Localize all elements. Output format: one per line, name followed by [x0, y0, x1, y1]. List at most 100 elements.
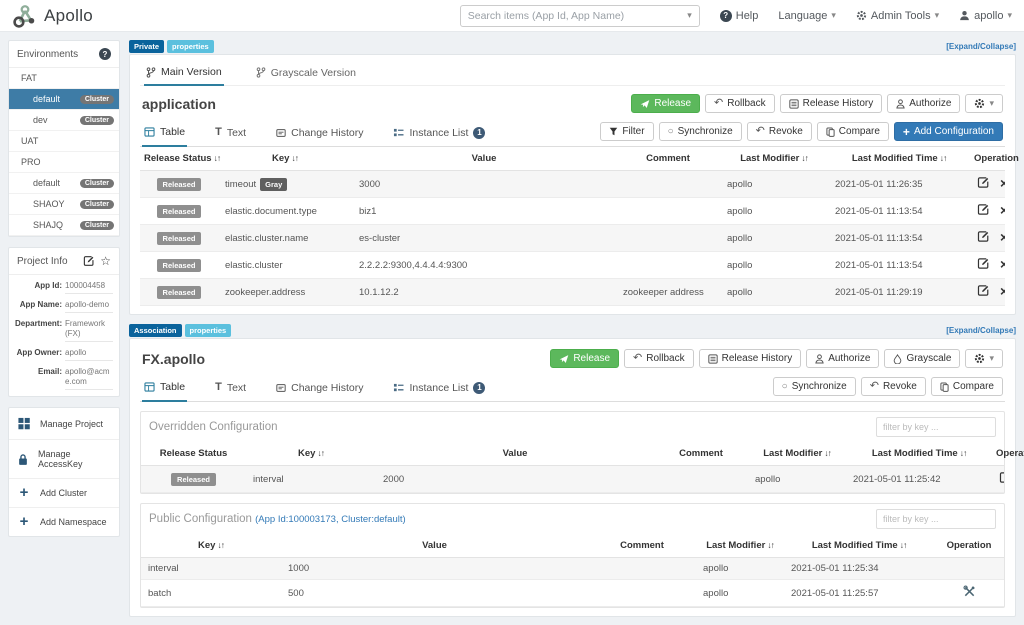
- sidebar-env-item[interactable]: FAT: [9, 68, 119, 89]
- rollback-button[interactable]: ↶ Rollback: [624, 349, 694, 368]
- column-header[interactable]: Last Modifier ↓↑: [748, 442, 846, 466]
- revoke-label: Revoke: [882, 381, 917, 392]
- authorize-button[interactable]: Authorize: [806, 349, 880, 368]
- authorize-button[interactable]: Authorize: [887, 94, 961, 113]
- sidebar-cluster-item[interactable]: dev Cluster: [9, 110, 119, 131]
- column-header[interactable]: Release Status ↓↑: [140, 147, 221, 171]
- last-modifier-cell: apollo: [748, 465, 846, 493]
- compare-button[interactable]: Compare: [930, 377, 1003, 396]
- tab-instance-list[interactable]: Instance List 1: [391, 120, 487, 146]
- comment-cell: [588, 557, 696, 580]
- public-configuration-link[interactable]: (App Id:100003173, Cluster:default): [255, 514, 406, 525]
- tab-change-history[interactable]: Change History: [274, 120, 365, 146]
- delete-item-icon[interactable]: ×: [1000, 284, 1005, 298]
- value-cell: 3000: [352, 170, 616, 198]
- environments-help-icon[interactable]: ?: [99, 48, 111, 60]
- user-menu[interactable]: apollo ▾: [959, 10, 1012, 22]
- delete-item-icon[interactable]: ×: [1000, 230, 1005, 244]
- sidebar-cluster-item[interactable]: SHAOY Cluster: [9, 194, 119, 215]
- revoke-button[interactable]: ↶ Revoke: [860, 377, 926, 396]
- gray-release-badge: Gray: [260, 177, 288, 191]
- delete-item-icon[interactable]: ×: [1000, 257, 1005, 271]
- sort-icon[interactable]: ↓↑: [900, 540, 907, 550]
- language-menu[interactable]: Language ▾: [778, 10, 835, 22]
- project-field-value: apollo-demo: [65, 294, 113, 313]
- edit-project-icon[interactable]: [83, 255, 95, 267]
- edit-item-icon[interactable]: [977, 284, 990, 297]
- column-header[interactable]: Last Modified Time ↓↑: [828, 147, 970, 171]
- edit-item-icon[interactable]: [977, 203, 990, 216]
- column-header[interactable]: Last Modifier ↓↑: [720, 147, 828, 171]
- edit-item-icon[interactable]: [977, 230, 990, 243]
- favorite-star-icon[interactable]: ☆: [100, 255, 111, 267]
- admin-tools-menu[interactable]: Admin Tools ▾: [856, 10, 939, 22]
- sort-icon[interactable]: ↓↑: [801, 153, 808, 163]
- sidebar-env-item[interactable]: PRO: [9, 152, 119, 173]
- column-header[interactable]: Last Modified Time ↓↑: [784, 534, 934, 558]
- grayscale-button[interactable]: Grayscale: [884, 349, 961, 368]
- apollo-brand[interactable]: Apollo: [12, 3, 93, 29]
- sidebar-env-item[interactable]: UAT: [9, 131, 119, 152]
- tab-table[interactable]: Table: [142, 375, 188, 402]
- public-filter-input[interactable]: [876, 509, 996, 529]
- expand-collapse-link[interactable]: [Expand/Collapse]: [946, 326, 1016, 335]
- search-input[interactable]: [467, 9, 688, 22]
- revoke-button[interactable]: ↶ Revoke: [746, 122, 812, 141]
- sort-icon[interactable]: ↓↑: [317, 448, 324, 458]
- help-icon: ?: [719, 9, 732, 22]
- override-config-icon[interactable]: [962, 585, 976, 598]
- overridden-filter-input[interactable]: [876, 417, 996, 437]
- column-header: Comment: [616, 147, 720, 171]
- namespace-settings-button[interactable]: ▾: [965, 349, 1003, 368]
- tab-change-history[interactable]: Change History: [274, 375, 365, 401]
- tab-text[interactable]: T Text: [213, 120, 248, 146]
- sort-icon[interactable]: ↓↑: [824, 448, 831, 458]
- release-history-button[interactable]: Release History: [698, 349, 802, 368]
- sort-icon[interactable]: ↓↑: [940, 153, 947, 163]
- edit-item-icon[interactable]: [977, 257, 990, 270]
- synchronize-button[interactable]: ○ Synchronize: [772, 377, 856, 396]
- tab-grayscale-version[interactable]: Grayscale Version: [254, 62, 358, 85]
- edit-item-icon[interactable]: [977, 176, 990, 189]
- sort-icon[interactable]: ↓↑: [214, 153, 221, 163]
- compare-button[interactable]: Compare: [816, 122, 889, 141]
- tab-main-version[interactable]: Main Version: [144, 62, 224, 86]
- delete-item-icon[interactable]: ×: [1000, 176, 1005, 190]
- tab-table-label: Table: [160, 381, 186, 393]
- sort-icon[interactable]: ↓↑: [960, 448, 967, 458]
- column-header[interactable]: Key ↓↑: [246, 442, 376, 466]
- column-header[interactable]: Last Modified Time ↓↑: [846, 442, 992, 466]
- sidebar-cluster-item[interactable]: default Cluster: [9, 89, 119, 110]
- column-header[interactable]: Key ↓↑: [141, 534, 281, 558]
- synchronize-button[interactable]: ○ Synchronize: [658, 122, 742, 141]
- release-button[interactable]: Release: [550, 349, 620, 368]
- release-history-button[interactable]: Release History: [779, 94, 883, 113]
- add-configuration-button[interactable]: + Add Configuration: [893, 122, 1003, 141]
- tab-table[interactable]: Table: [142, 120, 188, 147]
- edit-item-icon[interactable]: [999, 471, 1004, 484]
- sort-icon[interactable]: ↓↑: [217, 540, 224, 550]
- sidebar-cluster-item[interactable]: default Cluster: [9, 173, 119, 194]
- release-button[interactable]: Release: [631, 94, 701, 113]
- tab-instance-list[interactable]: Instance List 1: [391, 375, 487, 401]
- help-link[interactable]: ? Help: [719, 9, 758, 22]
- sort-icon[interactable]: ↓↑: [767, 540, 774, 550]
- column-header-label: Release Status: [159, 448, 228, 459]
- sidebar-action-add-namespace[interactable]: + Add Namespace: [9, 508, 119, 536]
- app-search-select[interactable]: ▾: [459, 4, 700, 27]
- delete-item-icon[interactable]: ×: [1000, 203, 1005, 217]
- filter-button[interactable]: Filter: [600, 122, 654, 141]
- sidebar-cluster-item[interactable]: SHAJQ Cluster: [9, 215, 119, 236]
- namespace-settings-button[interactable]: ▾: [965, 94, 1003, 113]
- sort-icon[interactable]: ↓↑: [291, 153, 298, 163]
- expand-collapse-link[interactable]: [Expand/Collapse]: [946, 42, 1016, 51]
- overridden-config-table: Release Status Key ↓↑ Value Comment Last Modi…: [141, 442, 1024, 493]
- environments-title: Environments: [17, 48, 79, 60]
- rollback-button[interactable]: ↶ Rollback: [705, 94, 775, 113]
- column-header[interactable]: Last Modifier ↓↑: [696, 534, 784, 558]
- tab-text[interactable]: T Text: [213, 375, 248, 401]
- sidebar-action-add-cluster[interactable]: + Add Cluster: [9, 479, 119, 508]
- sidebar-action-manage-project[interactable]: Manage Project: [9, 408, 119, 440]
- sidebar-action-manage-accesskey[interactable]: Manage AccessKey: [9, 440, 119, 479]
- column-header[interactable]: Key ↓↑: [218, 147, 352, 171]
